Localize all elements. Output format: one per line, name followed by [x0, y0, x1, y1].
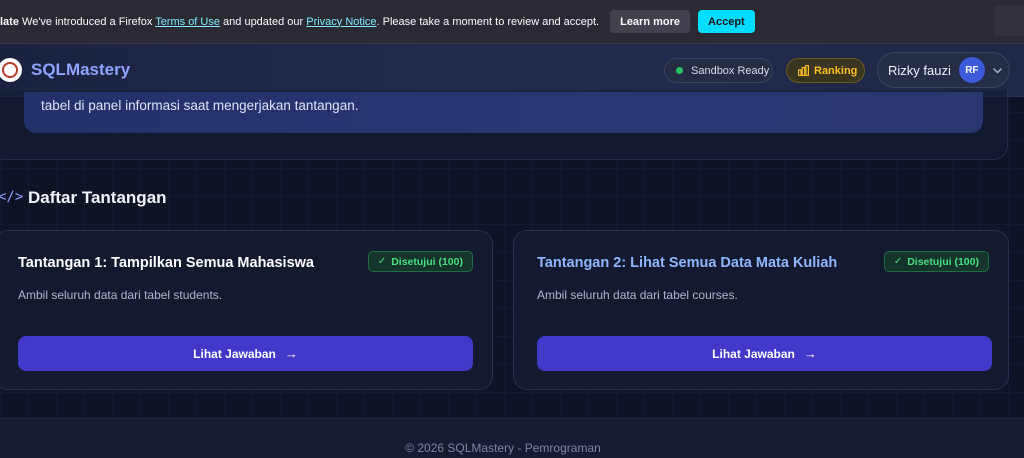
arrow-right-icon: → — [803, 346, 817, 361]
view-answer-button[interactable]: Lihat Jawaban → — [537, 336, 992, 371]
view-answer-label: Lihat Jawaban — [712, 346, 795, 361]
brand-logo-icon[interactable] — [0, 58, 22, 82]
challenge-card-1: Tantangan 1: Tampilkan Semua Mahasiswa ✓… — [0, 230, 493, 390]
sandbox-status-badge: Sandbox Ready — [664, 58, 773, 83]
learn-more-button[interactable]: Learn more — [610, 10, 691, 33]
code-icon: </> — [0, 189, 24, 205]
chevron-down-icon — [993, 67, 1002, 73]
view-answer-label: Lihat Jawaban — [193, 346, 276, 361]
challenge-card-2: Tantangan 2: Lihat Semua Data Mata Kulia… — [513, 230, 1009, 390]
challenge-title[interactable]: Tantangan 1: Tampilkan Semua Mahasiswa — [18, 255, 314, 271]
challenge-title[interactable]: Tantangan 2: Lihat Semua Data Mata Kulia… — [537, 255, 837, 271]
accept-button[interactable]: Accept — [698, 10, 755, 33]
user-menu[interactable]: Rizky fauzi RF — [877, 52, 1010, 88]
terms-of-use-link[interactable]: Terms of Use — [155, 16, 220, 28]
status-badge-label: Disetujui (100) — [391, 255, 463, 268]
footer: © 2026 SQLMastery - Pemrograman — [0, 418, 1024, 458]
arrow-right-icon: → — [284, 346, 298, 361]
view-answer-button[interactable]: Lihat Jawaban → — [18, 336, 473, 371]
sandbox-status-label: Sandbox Ready — [691, 64, 770, 77]
bar-chart-icon — [798, 65, 809, 76]
notification-side-control[interactable] — [994, 6, 1024, 36]
check-icon: ✓ — [893, 256, 903, 267]
footer-copyright: © 2026 SQLMastery - Pemrograman — [405, 441, 601, 455]
check-icon: ✓ — [377, 256, 387, 267]
avatar: RF — [958, 57, 985, 83]
status-badge: ✓ Disetujui (100) — [883, 251, 989, 272]
ranking-label: Ranking — [814, 64, 858, 77]
info-text: tabel di panel informasi saat mengerjaka… — [41, 98, 359, 113]
firefox-notification-bar: late We've introduced a Firefox Terms of… — [0, 0, 1024, 44]
section-title: Daftar Tantangan — [28, 188, 167, 207]
brand-name[interactable]: SQLMastery — [31, 60, 130, 80]
status-dot-icon — [676, 67, 683, 74]
status-badge-label: Disetujui (100) — [907, 255, 979, 268]
user-name: Rizky fauzi — [888, 62, 951, 78]
notification-message: late We've introduced a Firefox Terms of… — [0, 15, 600, 28]
challenge-description: Ambil seluruh data dari tabel courses. — [537, 288, 738, 302]
challenge-description: Ambil seluruh data dari tabel students. — [18, 288, 223, 302]
ranking-button[interactable]: Ranking — [786, 58, 865, 83]
status-badge: ✓ Disetujui (100) — [367, 251, 473, 272]
privacy-notice-link[interactable]: Privacy Notice — [306, 16, 376, 28]
